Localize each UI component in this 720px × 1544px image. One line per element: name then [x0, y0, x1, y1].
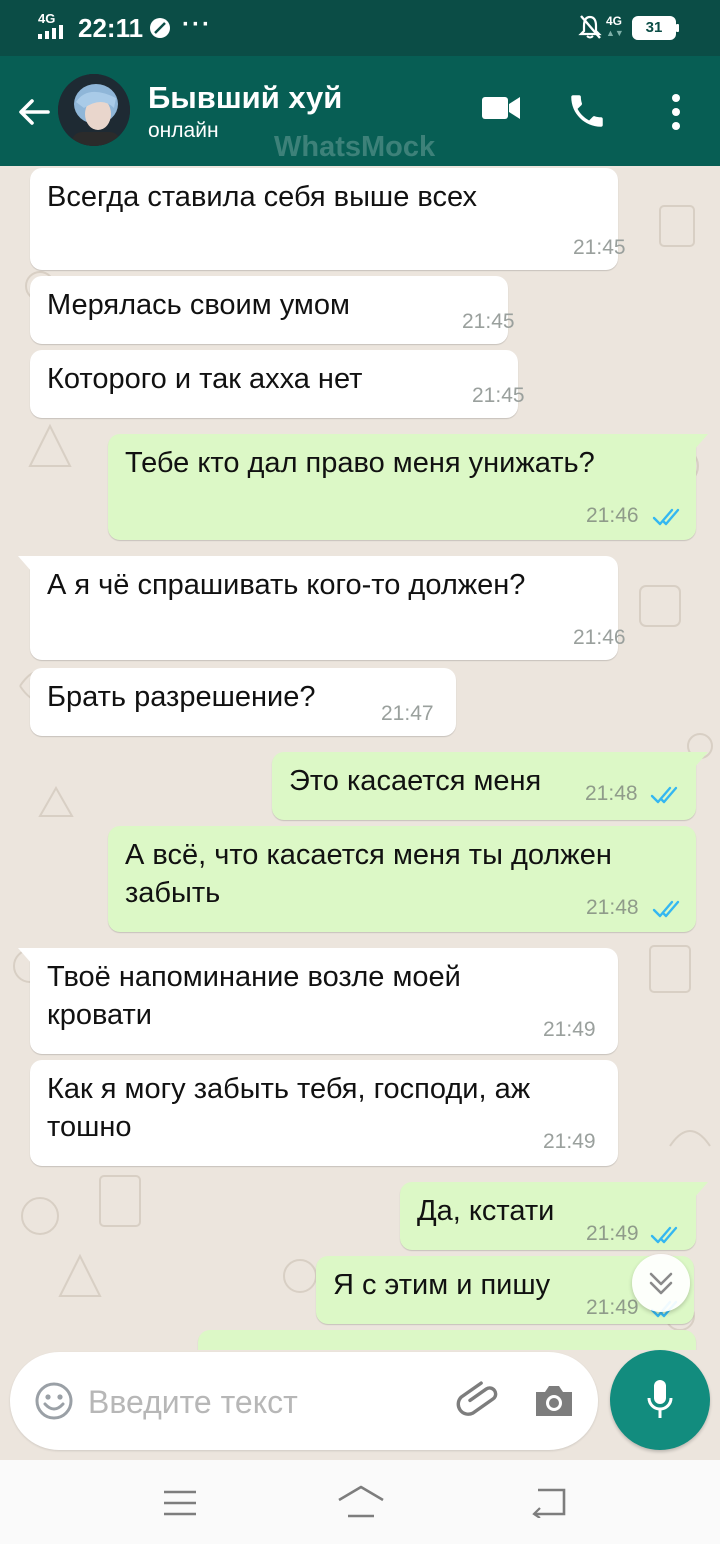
- message-time: 21:46: [586, 504, 639, 527]
- signal-icon: [38, 25, 63, 39]
- message-time: 21:47: [381, 702, 434, 725]
- bubble-tail: [694, 752, 708, 768]
- bubble-tail: [18, 556, 32, 572]
- message-time: 21:49: [586, 1296, 639, 1319]
- notification-app-icon: [150, 18, 170, 38]
- message-time: 21:48: [585, 782, 638, 805]
- message-text: Я с этим и пишу: [333, 1269, 551, 1301]
- bubble-tail: [694, 1182, 708, 1198]
- outgoing-message[interactable]: А всё, что касается меня ты должен забыть…: [108, 826, 696, 932]
- message-text: Как я могу забыть тебя, господи, аж тошно: [47, 1070, 530, 1146]
- chevron-down-icon: [649, 1272, 673, 1295]
- message-text-line: тошно: [47, 1111, 132, 1143]
- incoming-message[interactable]: Брать разрешение? 21:47: [30, 668, 456, 736]
- message-text-line: А всё, что касается меня ты должен: [125, 839, 612, 871]
- message-input[interactable]: [88, 1380, 438, 1424]
- clock: 22:11: [78, 13, 144, 43]
- more-notifications-indicator: ···: [182, 11, 212, 38]
- message-text: Брать разрешение?: [47, 681, 316, 713]
- more-options-icon[interactable]: [668, 92, 684, 132]
- message-input-box[interactable]: [10, 1352, 598, 1450]
- read-receipt-icon: [650, 1226, 678, 1244]
- network-type-label: 4G: [38, 11, 56, 26]
- chat-header: Бывший хуй онлайн WhatsMock: [0, 56, 720, 166]
- incoming-message[interactable]: Как я могу забыть тебя, господи, аж тошно…: [30, 1060, 618, 1166]
- contact-status: онлайн: [148, 119, 219, 142]
- message-text: Всегда ставила себя выше всех: [47, 181, 477, 213]
- incoming-message[interactable]: Которого и так ахха нет 21:45: [30, 350, 525, 418]
- system-navigation-bar: [0, 1460, 720, 1544]
- avatar[interactable]: [58, 74, 130, 146]
- home-icon[interactable]: [336, 1484, 386, 1520]
- avatar-image: [58, 74, 130, 146]
- battery-level: 31: [645, 19, 663, 36]
- message-text: А я чё спрашивать кого-то должен?: [47, 569, 526, 601]
- network-type-label-right: 4G: [606, 14, 623, 28]
- message-text: Это касается меня: [289, 765, 542, 797]
- voice-message-button[interactable]: [610, 1350, 710, 1450]
- message-text-line: Как я могу забыть тебя, господи, аж: [47, 1073, 531, 1105]
- read-receipt-icon: [650, 786, 678, 804]
- message-time: 21:45: [573, 236, 626, 259]
- nav-back-icon[interactable]: [530, 1486, 568, 1518]
- incoming-message[interactable]: Мерялась своим умом 21:45: [30, 276, 515, 344]
- message-time: 21:49: [543, 1130, 596, 1153]
- message-time: 21:45: [462, 310, 515, 333]
- message-text: Да, кстати: [417, 1195, 555, 1227]
- read-receipt-icon: [652, 900, 680, 918]
- outgoing-message-partial[interactable]: [198, 1330, 696, 1350]
- message-text: Твоё напоминание возле моей кровати: [47, 958, 461, 1034]
- message-time: 21:49: [543, 1018, 596, 1041]
- outgoing-message[interactable]: Да, кстати 21:49: [400, 1182, 708, 1250]
- bubble-tail: [694, 434, 708, 450]
- contact-name[interactable]: Бывший хуй: [148, 80, 342, 116]
- message-text: Тебе кто дал право меня унижать?: [125, 447, 595, 479]
- outgoing-message[interactable]: Тебе кто дал право меня унижать? 21:46: [108, 434, 708, 540]
- camera-icon[interactable]: [532, 1382, 576, 1420]
- message-text-line: забыть: [125, 877, 221, 909]
- message-time: 21:49: [586, 1222, 639, 1245]
- message-text: Которого и так ахха нет: [47, 363, 363, 395]
- video-call-icon[interactable]: [480, 92, 522, 124]
- incoming-message[interactable]: Всегда ставила себя выше всех 21:45: [30, 168, 626, 270]
- watermark: WhatsMock: [274, 131, 436, 163]
- incoming-message[interactable]: Твоё напоминание возле моей кровати 21:49: [18, 948, 618, 1054]
- emoji-icon[interactable]: [34, 1381, 74, 1421]
- microphone-icon: [647, 1380, 673, 1418]
- recent-apps-icon[interactable]: [162, 1488, 198, 1518]
- data-arrows-icon: ▲▼: [606, 28, 624, 38]
- message-time: 21:46: [573, 626, 626, 649]
- status-bar: 4G 22:11 ··· 4G ▲▼ 31: [0, 0, 720, 56]
- back-arrow-icon[interactable]: [14, 92, 54, 132]
- message-text-line: кровати: [47, 999, 152, 1031]
- message-text: А всё, что касается меня ты должен забыть: [125, 836, 612, 912]
- chat-area[interactable]: Всегда ставила себя выше всех 21:45 Меряла…: [0, 166, 720, 1350]
- mute-bell-icon: [578, 15, 602, 39]
- paperclip-icon[interactable]: [456, 1378, 502, 1424]
- scroll-to-bottom-button[interactable]: [632, 1254, 690, 1312]
- message-time: 21:48: [586, 896, 639, 919]
- phone-icon[interactable]: [566, 90, 608, 132]
- message-text-line: Твоё напоминание возле моей: [47, 961, 461, 993]
- bubble-tail: [18, 948, 32, 964]
- compose-bar: [0, 1350, 720, 1460]
- outgoing-message[interactable]: Это касается меня 21:48: [272, 752, 708, 820]
- incoming-message[interactable]: А я чё спрашивать кого-то должен? 21:46: [18, 556, 626, 660]
- message-text: Мерялась своим умом: [47, 289, 350, 321]
- read-receipt-icon: [652, 508, 680, 526]
- message-time: 21:45: [472, 384, 525, 407]
